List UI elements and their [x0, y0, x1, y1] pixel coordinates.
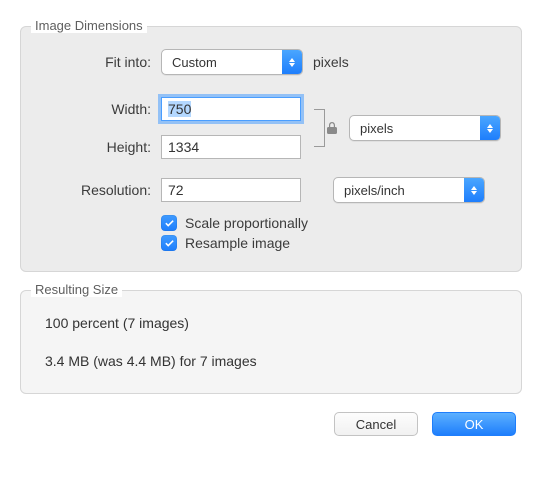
scale-proportionally-row: Scale proportionally [161, 215, 501, 231]
resize-dialog: Image Dimensions Fit into: Custom pixels… [0, 0, 542, 500]
wh-unit-value: pixels [350, 121, 480, 136]
width-height-row: Width: Height: pixels [41, 97, 501, 159]
fit-into-value: Custom [162, 55, 282, 70]
dropdown-arrows-icon [464, 178, 484, 202]
cancel-button[interactable]: Cancel [334, 412, 418, 436]
resample-image-label: Resample image [185, 235, 290, 251]
resolution-label: Resolution: [41, 182, 161, 198]
lock-icon[interactable] [325, 121, 339, 135]
width-label: Width: [41, 101, 161, 117]
dropdown-arrows-icon [282, 50, 302, 74]
result-size-line: 3.4 MB (was 4.4 MB) for 7 images [45, 353, 501, 369]
height-label: Height: [41, 139, 161, 155]
fit-into-label: Fit into: [41, 54, 161, 70]
result-percent-line: 100 percent (7 images) [45, 315, 501, 331]
fit-into-unit: pixels [301, 54, 349, 70]
image-dimensions-group: Image Dimensions Fit into: Custom pixels… [20, 26, 522, 272]
resolution-unit-value: pixels/inch [334, 183, 464, 198]
scale-proportionally-label: Scale proportionally [185, 215, 308, 231]
resulting-size-group: Resulting Size 100 percent (7 images) 3.… [20, 290, 522, 394]
resolution-unit-select[interactable]: pixels/inch [333, 177, 485, 203]
dropdown-arrows-icon [480, 116, 500, 140]
resample-image-row: Resample image [161, 235, 501, 251]
fit-into-row: Fit into: Custom pixels [41, 49, 501, 75]
resulting-size-title: Resulting Size [31, 282, 122, 297]
ok-button[interactable]: OK [432, 412, 516, 436]
dialog-buttons: Cancel OK [20, 412, 522, 436]
image-dimensions-title: Image Dimensions [31, 18, 147, 33]
width-input[interactable] [161, 97, 301, 121]
wh-unit-select[interactable]: pixels [349, 115, 501, 141]
resolution-input[interactable] [161, 178, 301, 202]
height-input[interactable] [161, 135, 301, 159]
link-bracket [307, 97, 331, 159]
scale-proportionally-checkbox[interactable] [161, 215, 177, 231]
resample-image-checkbox[interactable] [161, 235, 177, 251]
cancel-button-label: Cancel [356, 417, 396, 432]
fit-into-select[interactable]: Custom [161, 49, 303, 75]
resolution-row: Resolution: pixels/inch [41, 177, 501, 203]
ok-button-label: OK [465, 417, 484, 432]
